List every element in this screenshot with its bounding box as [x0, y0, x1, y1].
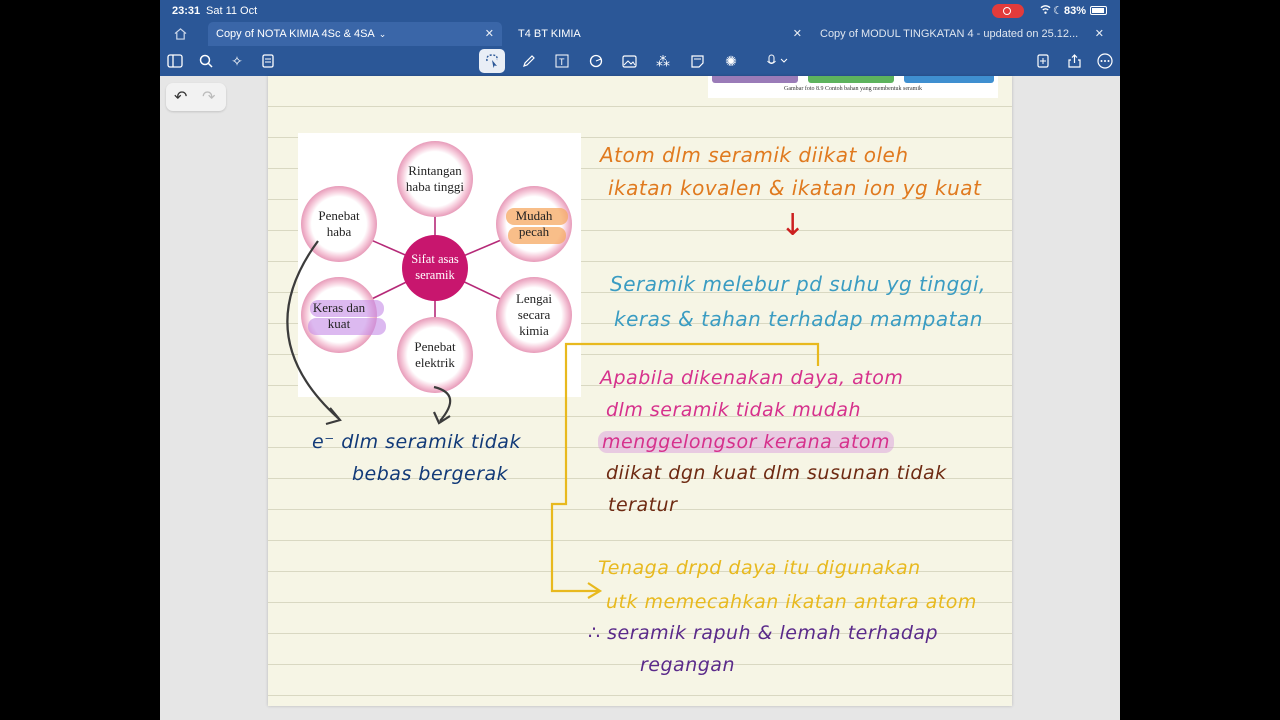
- undo-icon[interactable]: ↶: [174, 87, 187, 107]
- home-icon: [174, 28, 187, 40]
- elements-icon[interactable]: ⁂: [652, 51, 674, 71]
- note-line-1a: Atom dlm seramik diikat oleh: [600, 143, 909, 167]
- textbox-icon[interactable]: T: [551, 51, 573, 71]
- note-line-4c: ∴ seramik rapuh & lemah terhadap: [588, 622, 939, 644]
- add-page-icon[interactable]: [1032, 51, 1054, 71]
- image-icon[interactable]: [618, 51, 640, 71]
- tab-t4-bt-kimia[interactable]: T4 BT KIMIA ✕: [510, 22, 810, 46]
- note-line-1b: ikatan kovalen & ikatan ion yg kuat: [608, 176, 982, 200]
- shapes-icon[interactable]: [585, 51, 607, 71]
- wifi-icon: [1040, 4, 1051, 18]
- tab-bar: Copy of NOTA KIMIA 4Sc & 4SA ⌄ ✕ T4 BT K…: [160, 22, 1120, 46]
- more-icon[interactable]: [1094, 51, 1116, 71]
- down-arrow-icon: ↓: [780, 208, 806, 243]
- redo-icon[interactable]: ↷: [202, 87, 215, 107]
- toolbar: ✧ T ⁂ ✺: [160, 46, 1120, 76]
- note-line-2b: keras & tahan terhadap mampatan: [614, 307, 983, 331]
- tab-label: Copy of NOTA KIMIA 4Sc & 4SA: [216, 28, 375, 40]
- pen-icon[interactable]: [518, 51, 540, 71]
- note-line-3e: teratur: [608, 494, 678, 516]
- note-line-3c: menggelongsor kerana atom: [598, 431, 895, 453]
- note-line-3d: diikat dgn kuat dlm susunan tidak: [606, 462, 947, 484]
- note-line-2a: Seramik melebur pd suhu yg tinggi,: [610, 272, 986, 296]
- share-icon[interactable]: [1063, 51, 1085, 71]
- notes-canvas[interactable]: ↶ ↷ Gambar foto 8.9 Contoh bahan yang me…: [160, 76, 1120, 720]
- tab-label: Copy of MODUL TINGKATAN 4 - updated on 2…: [820, 28, 1079, 40]
- tab-modul-tingkatan[interactable]: Copy of MODUL TINGKATAN 4 - updated on 2…: [812, 22, 1112, 46]
- battery-percentage: 83%: [1064, 5, 1087, 17]
- tab-nota-kimia[interactable]: Copy of NOTA KIMIA 4Sc & 4SA ⌄ ✕: [208, 22, 502, 46]
- search-icon[interactable]: [195, 51, 217, 71]
- lasso-icon[interactable]: [479, 49, 505, 73]
- battery-icon: [1090, 6, 1107, 15]
- status-time: 23:31: [172, 5, 201, 17]
- microphone-icon[interactable]: [760, 51, 796, 71]
- note-left-1: e⁻ dlm seramik tidak: [312, 431, 521, 453]
- home-tab[interactable]: [174, 22, 194, 46]
- focus-moon-icon: ☾: [1053, 5, 1063, 17]
- screen-recording-icon[interactable]: [992, 4, 1024, 18]
- note-page[interactable]: Gambar foto 8.9 Contoh bahan yang memben…: [268, 76, 1012, 706]
- close-icon[interactable]: ✕: [793, 27, 802, 40]
- sidebar-icon[interactable]: [164, 51, 186, 71]
- note-line-3b: dlm seramik tidak mudah: [606, 399, 862, 421]
- note-line-4a: Tenaga drpd daya itu digunakan: [598, 557, 921, 579]
- chevron-down-icon[interactable]: ⌄: [379, 29, 387, 40]
- note-line-4b: utk memecahkan ikatan antara atom: [606, 591, 977, 613]
- note-left-2: bebas bergerak: [352, 463, 509, 485]
- note-line-4d: regangan: [640, 654, 735, 676]
- undo-redo-control: ↶ ↷: [166, 83, 226, 111]
- sticky-note-icon[interactable]: [686, 51, 708, 71]
- svg-text:T: T: [559, 57, 565, 67]
- note-line-3a: Apabila dikenakan daya, atom: [600, 367, 904, 389]
- close-icon[interactable]: ✕: [485, 27, 494, 40]
- status-bar: 23:31 Sat 11 Oct ☾ 83%: [160, 0, 1120, 22]
- status-date: Sat 11 Oct: [206, 5, 258, 17]
- close-icon[interactable]: ✕: [1095, 27, 1104, 40]
- document-icon[interactable]: [257, 51, 279, 71]
- laser-icon[interactable]: ✺: [720, 51, 742, 71]
- ipad-screen: 23:31 Sat 11 Oct ☾ 83% Copy of NOTA KIMI…: [160, 0, 1120, 720]
- tab-label: T4 BT KIMIA: [518, 28, 581, 40]
- sparkle-icon[interactable]: ✧: [226, 51, 248, 71]
